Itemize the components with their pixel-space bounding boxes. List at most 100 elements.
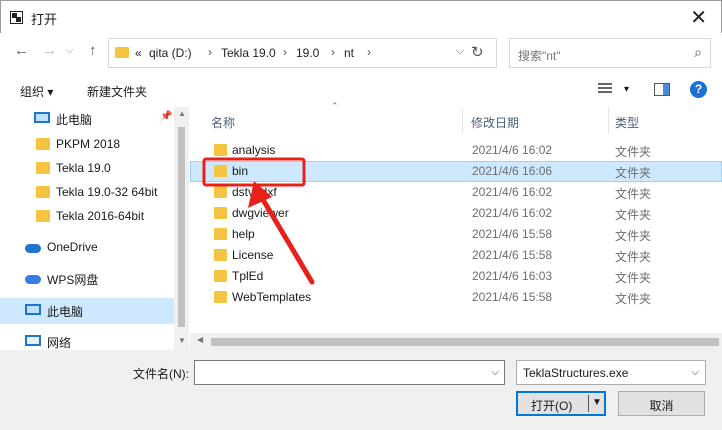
breadcrumb-tekla[interactable]: Tekla 19.0 [221,46,276,60]
filename-dropdown-icon[interactable]: ⌵ [491,367,499,378]
scroll-down-icon[interactable]: ▼ [178,336,186,345]
file-row-tpled[interactable]: TplEd 2021/4/6 16:03 文件夹 [190,266,722,287]
cancel-button[interactable]: 取消 [618,391,705,416]
file-type: 文件夹 [615,187,652,201]
file-date: 2021/4/6 16:02 [472,206,553,220]
sidebar-item-tekla-19-32-64bit[interactable]: Tekla 19.0-32 64bit [0,180,174,206]
breadcrumb-chevron-icon[interactable]: › [208,45,212,59]
search-box[interactable]: 搜索"nt" ⌕ [509,38,711,68]
refresh-icon[interactable]: ↻ [471,43,484,61]
up-folder-icon[interactable]: ↑ [89,42,97,59]
file-type-value: TeklaStructures.exe [523,366,629,380]
scrollbar-thumb[interactable] [211,338,719,346]
pin-icon[interactable]: 📌 [160,111,172,122]
folder-icon [36,186,50,198]
breadcrumb-nt[interactable]: nt [344,46,354,60]
sidebar-item-label: 此电脑 [47,305,84,319]
view-options-icon[interactable] [598,83,612,95]
file-row-webtemplates[interactable]: WebTemplates 2021/4/6 15:58 文件夹 [190,287,722,308]
breadcrumb-chevron-icon[interactable]: › [367,45,371,59]
sidebar-item-wps[interactable]: WPS网盘 [0,266,174,292]
forward-arrow-icon[interactable]: → [42,42,57,59]
file-row-analysis[interactable]: analysis 2021/4/6 16:02 文件夹 [190,140,722,161]
filename-input[interactable]: ⌵ [194,360,505,385]
file-type-select[interactable]: TeklaStructures.exe ⌵ [516,360,706,385]
sidebar-item-label: WPS网盘 [47,273,99,287]
column-header-type[interactable]: 类型 [609,107,722,134]
back-arrow-icon[interactable]: ← [14,42,29,59]
column-header-name[interactable]: ⌃ 名称 [190,101,462,134]
folder-icon [36,162,50,174]
search-placeholder: 搜索"nt" [518,49,561,63]
app-icon [10,11,23,24]
command-toolbar: 组织 ▾ 新建文件夹 ▾ ? [0,73,722,107]
file-row-bin[interactable]: bin 2021/4/6 16:06 文件夹 [190,161,722,182]
folder-icon [214,207,227,219]
file-date: 2021/4/6 16:02 [472,185,553,199]
cancel-button-label: 取消 [649,399,674,413]
preview-pane-icon[interactable] [654,83,670,96]
sidebar-item-this-pc[interactable]: 此电脑 [0,298,174,324]
sidebar-item-network[interactable]: 网络 [0,329,174,350]
dialog-footer: 文件名(N): ⌵ TeklaStructures.exe ⌵ 打开(O) ▼ … [0,350,722,430]
folder-icon [214,291,227,303]
breadcrumb-drive[interactable]: qita (D:) [149,46,192,60]
view-dropdown-icon[interactable]: ▾ [624,84,629,95]
file-name: analysis [232,143,276,157]
address-dropdown-icon[interactable]: ⌵ [456,45,464,58]
folder-icon [214,249,227,261]
file-date: 2021/4/6 15:58 [472,290,553,304]
sidebar-item-this-pc-top[interactable]: 此电脑 📌 [0,107,174,132]
file-row-dwgviewer[interactable]: dwgviewer 2021/4/6 16:02 文件夹 [190,203,722,224]
scroll-up-icon[interactable]: ▲ [178,109,186,118]
file-type-dropdown-icon[interactable]: ⌵ [691,367,699,378]
column-name-label: 名称 [211,116,236,130]
scroll-left-icon[interactable]: ◀ [197,335,203,344]
sidebar-item-label: Tekla 19.0-32 64bit [56,185,158,199]
recent-dropdown-icon[interactable]: ⌵ [66,45,74,56]
search-icon[interactable]: ⌕ [694,44,702,61]
file-date: 2021/4/6 16:03 [472,269,553,283]
file-type: 文件夹 [615,229,652,243]
close-icon[interactable]: ✕ [690,5,707,30]
open-dropdown-icon[interactable]: ▼ [592,397,602,408]
breadcrumb-overflow[interactable]: « [135,46,142,60]
address-bar[interactable]: « qita (D:) › Tekla 19.0 › 19.0 › nt › ⌵… [108,38,497,68]
scrollbar-thumb[interactable] [178,127,185,327]
network-icon [25,335,41,346]
sidebar-item-label: PKPM 2018 [56,137,121,151]
breadcrumb-chevron-icon[interactable]: › [331,45,335,59]
title-bar: 打开 ✕ [0,0,722,33]
open-button[interactable]: 打开(O) ▼ [516,391,606,416]
file-list: ⌃ 名称 修改日期 类型 analysis 2021/4/6 16:02 文件夹… [190,101,722,350]
sidebar-scrollbar[interactable]: ▲ ▼ [174,107,189,350]
file-type: 文件夹 [615,250,652,264]
help-icon[interactable]: ? [690,81,707,98]
breadcrumb-version[interactable]: 19.0 [296,46,319,60]
file-row-dstv2dxf[interactable]: dstv2dxf 2021/4/6 16:02 文件夹 [190,182,722,203]
onedrive-cloud-icon [25,244,41,253]
sidebar-item-onedrive[interactable]: OneDrive [0,235,174,261]
file-name: License [232,248,274,262]
file-type: 文件夹 [615,208,652,222]
file-list-hscrollbar[interactable]: ◀ [190,333,722,350]
file-date: 2021/4/6 16:06 [472,164,553,178]
organize-button[interactable]: 组织 ▾ [20,83,53,100]
breadcrumb-chevron-icon[interactable]: › [283,45,287,59]
file-row-help[interactable]: help 2021/4/6 15:58 文件夹 [190,224,722,245]
sidebar-item-tekla-2016-64bit[interactable]: Tekla 2016-64bit [0,204,174,230]
sidebar-item-pkpm-2018[interactable]: PKPM 2018 [0,132,174,158]
split-divider [588,395,589,412]
column-header-date[interactable]: 修改日期 [463,107,608,134]
navigation-bar: ← → ⌵ ↑ « qita (D:) › Tekla 19.0 › 19.0 … [0,33,722,73]
sidebar-item-label: 网络 [47,336,72,350]
folder-icon [214,186,227,198]
open-button-label: 打开(O) [531,399,573,413]
new-folder-button[interactable]: 新建文件夹 [87,83,147,100]
file-date: 2021/4/6 16:02 [472,143,553,157]
file-type: 文件夹 [615,271,652,285]
file-row-license[interactable]: License 2021/4/6 15:58 文件夹 [190,245,722,266]
filename-label: 文件名(N): [133,367,189,381]
folder-icon [36,138,50,150]
sidebar-item-tekla-19[interactable]: Tekla 19.0 [0,156,174,182]
